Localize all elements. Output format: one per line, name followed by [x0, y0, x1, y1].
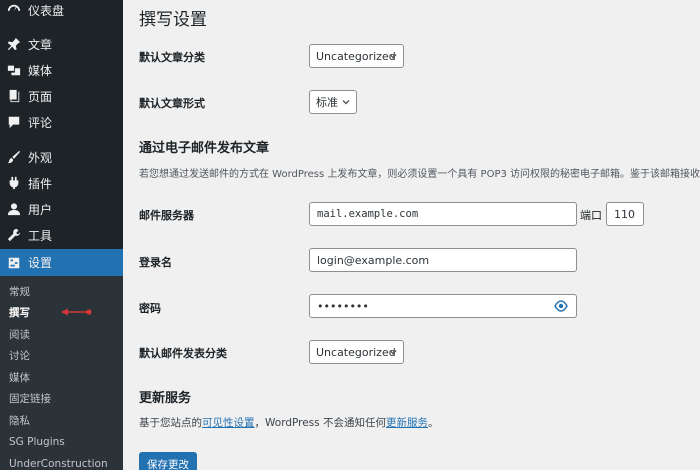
- brush-icon: [6, 149, 22, 165]
- submenu-item-permalinks[interactable]: 固定链接: [9, 391, 51, 407]
- page-icon: [6, 88, 22, 104]
- sidebar-item-label: 评论: [28, 115, 53, 130]
- update-services-link[interactable]: 更新服务: [386, 417, 428, 429]
- red-arrow-annotation: [61, 308, 92, 316]
- sidebar-item-label: 外观: [28, 150, 53, 165]
- password-input[interactable]: ••••••••: [309, 294, 577, 318]
- user-icon: [6, 201, 22, 217]
- select-value: 标准: [316, 96, 338, 109]
- dashboard-icon: [6, 2, 22, 18]
- update-services-heading: 更新服务: [139, 391, 192, 406]
- media-icon: [6, 62, 22, 78]
- sidebar-item-plugins[interactable]: 插件: [0, 170, 123, 196]
- submenu-item-underconstruction[interactable]: UnderConstruction: [9, 456, 108, 470]
- settings-icon: [6, 255, 22, 271]
- sidebar-item-settings[interactable]: 设置: [0, 249, 123, 276]
- select-value: Uncategorized: [316, 49, 396, 63]
- sidebar-item-label: 设置: [28, 256, 53, 270]
- submenu-item-writing[interactable]: 撰写: [9, 305, 30, 321]
- port-input[interactable]: 110: [606, 202, 644, 226]
- pin-icon: [6, 36, 22, 52]
- login-input[interactable]: login@example.com: [309, 248, 577, 272]
- visibility-settings-link[interactable]: 可见性设置: [202, 417, 255, 429]
- password-value: ••••••••: [317, 299, 369, 313]
- password-label: 密码: [139, 302, 161, 315]
- sidebar-item-label: 文章: [28, 37, 53, 52]
- comment-icon: [6, 114, 22, 130]
- sidebar-item-appearance[interactable]: 外观: [0, 144, 123, 170]
- sidebar-item-media[interactable]: 媒体: [0, 57, 123, 83]
- mail-server-label: 邮件服务器: [139, 209, 194, 222]
- eye-icon[interactable]: [554, 300, 568, 312]
- chevron-down-icon: [389, 350, 397, 355]
- mail-server-input[interactable]: mail.example.com: [309, 202, 577, 226]
- post-via-email-description: 若您想通过发送邮件的方式在 WordPress 上发布文章，则必须设置一个具有 …: [139, 169, 700, 180]
- sidebar-item-posts[interactable]: 文章: [0, 31, 123, 57]
- submenu-item-discussion[interactable]: 讨论: [9, 348, 30, 364]
- default-category-label: 默认文章分类: [139, 51, 205, 64]
- mail-category-select[interactable]: Uncategorized: [309, 340, 404, 364]
- submenu-item-privacy[interactable]: 隐私: [9, 413, 30, 429]
- update-services-description: 基于您站点的可见性设置，WordPress 不会通知任何更新服务。: [139, 415, 438, 430]
- default-format-label: 默认文章形式: [139, 97, 205, 110]
- default-category-select[interactable]: Uncategorized: [309, 44, 404, 68]
- update-desc-middle: ，WordPress 不会通知任何: [254, 417, 386, 429]
- chevron-down-icon: [389, 54, 397, 59]
- chevron-down-icon: [342, 100, 350, 105]
- sidebar-item-users[interactable]: 用户: [0, 196, 123, 222]
- plugin-icon: [6, 175, 22, 191]
- sidebar-item-label: 插件: [28, 176, 53, 191]
- admin-sidebar: 仪表盘 文章 媒体 页面 评论 外观 插件 用户 工具 设置 常规 撰写 阅读 …: [0, 0, 123, 470]
- sidebar-item-label: 仪表盘: [28, 3, 65, 18]
- port-label: 端口: [580, 209, 602, 222]
- sidebar-item-label: 页面: [28, 89, 53, 104]
- sidebar-item-pages[interactable]: 页面: [0, 83, 123, 109]
- sidebar-item-tools[interactable]: 工具: [0, 222, 123, 248]
- page-title: 撰写设置: [139, 10, 207, 30]
- post-via-email-heading: 通过电子邮件发布文章: [139, 141, 270, 156]
- sidebar-item-label: 媒体: [28, 63, 53, 78]
- submenu-item-reading[interactable]: 阅读: [9, 327, 30, 343]
- save-changes-button[interactable]: 保存更改: [139, 452, 197, 470]
- submenu-item-general[interactable]: 常规: [9, 284, 30, 300]
- sidebar-item-dashboard[interactable]: 仪表盘: [0, 0, 123, 23]
- sidebar-item-comments[interactable]: 评论: [0, 109, 123, 135]
- wrench-icon: [6, 227, 22, 243]
- update-desc-prefix: 基于您站点的: [139, 417, 202, 429]
- default-format-select[interactable]: 标准: [309, 90, 357, 114]
- login-label: 登录名: [139, 256, 172, 269]
- update-desc-suffix: 。: [427, 417, 439, 429]
- submenu-item-sg-plugins[interactable]: SG Plugins: [9, 434, 65, 450]
- sidebar-item-label: 用户: [28, 202, 53, 217]
- select-value: Uncategorized: [316, 345, 396, 359]
- mail-category-label: 默认邮件发表分类: [139, 347, 227, 360]
- main-content: 撰写设置 默认文章分类 Uncategorized 默认文章形式 标准 通过电子…: [123, 0, 700, 470]
- submenu-item-media[interactable]: 媒体: [9, 370, 30, 386]
- sidebar-item-label: 工具: [28, 228, 53, 243]
